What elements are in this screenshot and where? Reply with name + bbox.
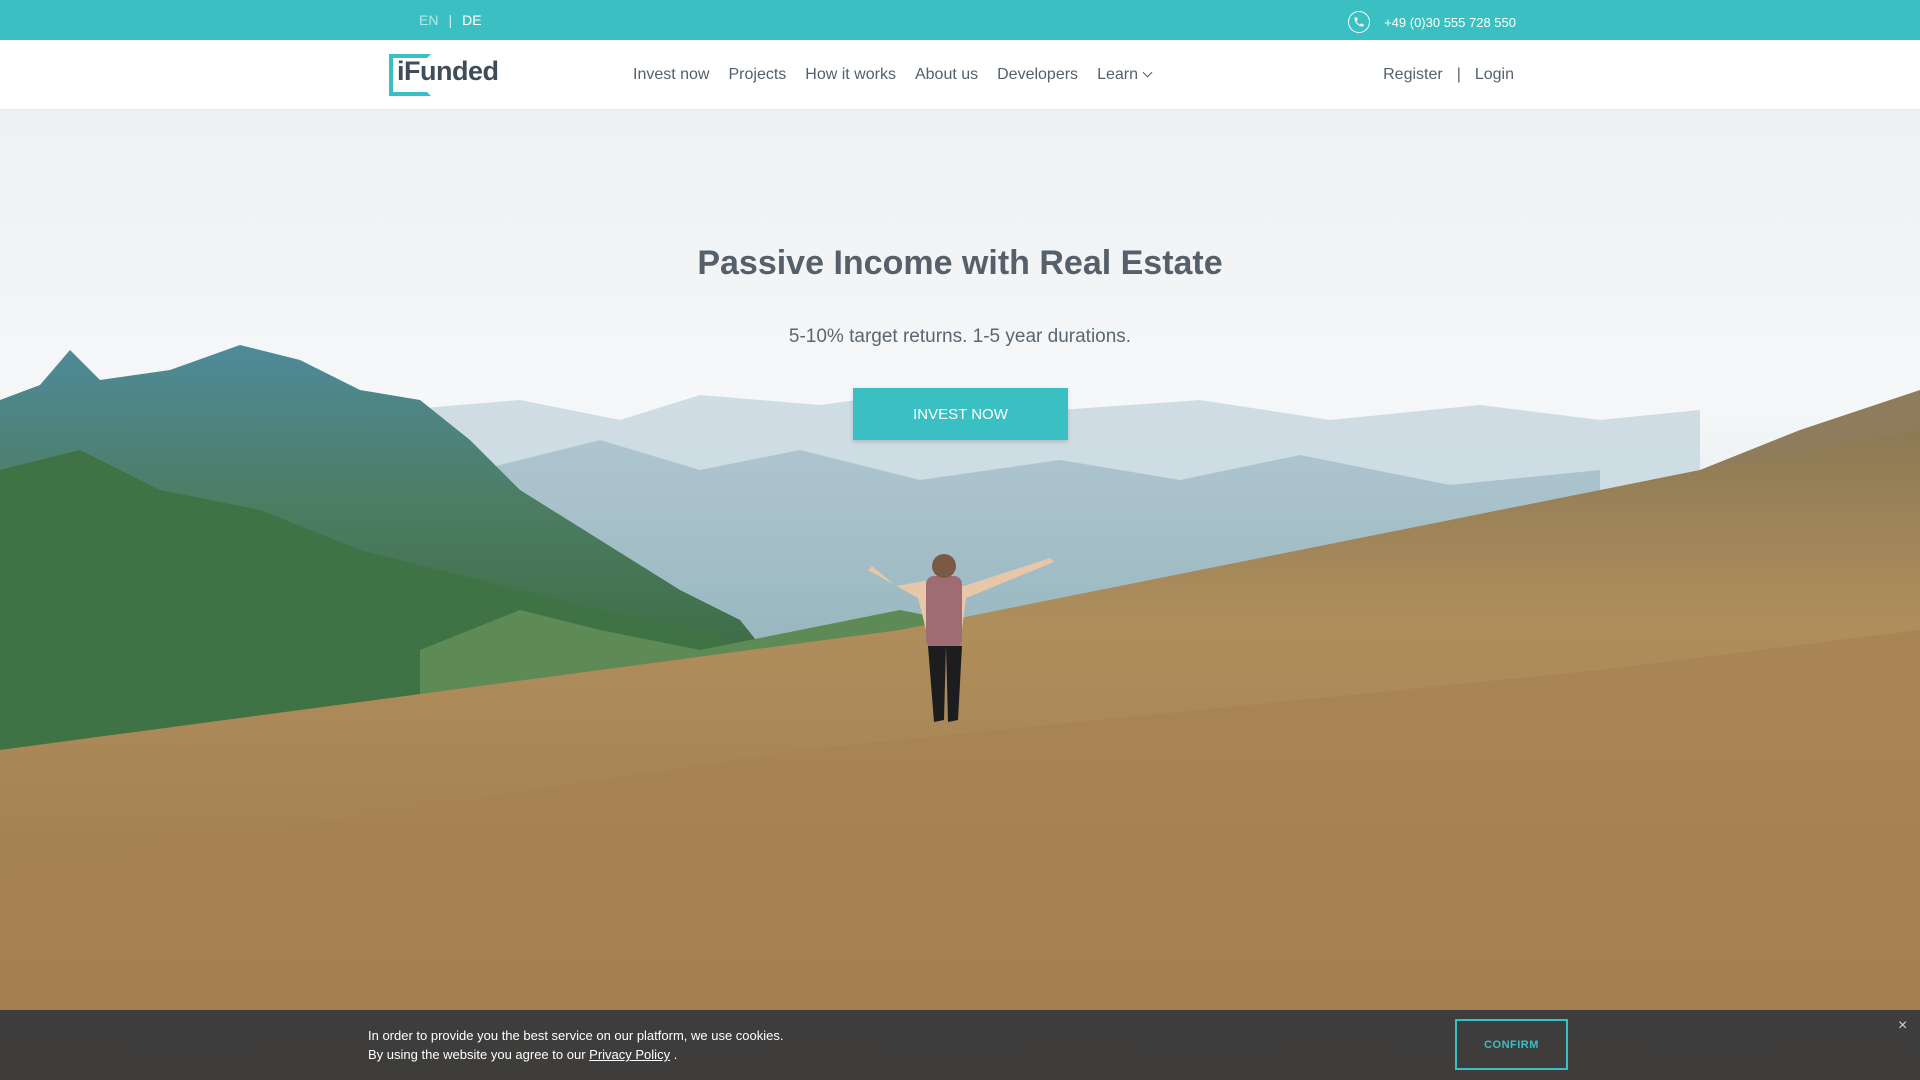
hero-title: Passive Income with Real Estate bbox=[697, 244, 1223, 282]
cookie-line-1: In order to provide you the best service… bbox=[368, 1028, 784, 1043]
cookie-line-2: By using the website you agree to our Pr… bbox=[368, 1045, 784, 1064]
close-icon[interactable]: × bbox=[1898, 1017, 1907, 1035]
cookie-confirm-button[interactable]: CONFIRM bbox=[1455, 1019, 1568, 1070]
logo-text: iFunded bbox=[397, 56, 499, 86]
nav-invest-now[interactable]: Invest now bbox=[633, 66, 709, 84]
login-link[interactable]: Login bbox=[1475, 66, 1514, 84]
cookie-line-2-suffix: . bbox=[673, 1047, 678, 1062]
hero-section: Passive Income with Real Estate 5-10% ta… bbox=[0, 110, 1920, 1080]
register-link[interactable]: Register bbox=[1383, 66, 1443, 84]
hero-subtitle: 5-10% target returns. 1-5 year durations… bbox=[788, 326, 1132, 347]
nav-how-it-works[interactable]: How it works bbox=[805, 66, 896, 84]
privacy-policy-link[interactable]: Privacy Policy bbox=[589, 1047, 670, 1062]
lang-de-link[interactable]: DE bbox=[462, 12, 481, 28]
phone-number[interactable]: +49 (0)30 555 728 550 bbox=[1384, 15, 1516, 30]
nav-developers[interactable]: Developers bbox=[997, 66, 1078, 84]
nav-projects[interactable]: Projects bbox=[728, 66, 786, 84]
auth-separator: | bbox=[1456, 66, 1461, 83]
cookie-line-2-prefix: By using the website you agree to our bbox=[368, 1047, 586, 1062]
lang-separator: | bbox=[448, 12, 453, 28]
lang-en-link[interactable]: EN bbox=[419, 12, 438, 28]
phone-icon bbox=[1348, 11, 1371, 33]
language-switcher: EN | DE bbox=[419, 12, 482, 28]
nav-learn-label: Learn bbox=[1097, 66, 1138, 83]
invest-now-button[interactable]: INVEST NOW bbox=[853, 388, 1068, 440]
main-nav: Invest now Projects How it works About u… bbox=[633, 66, 1153, 84]
cookie-banner: In order to provide you the best service… bbox=[0, 1010, 1920, 1080]
top-bar: EN | DE +49 (0)30 555 728 550 bbox=[0, 0, 1920, 40]
nav-learn[interactable]: Learn bbox=[1097, 66, 1153, 84]
ifunded-logo[interactable]: iFunded bbox=[389, 54, 499, 96]
auth-links: Register | Login bbox=[1383, 66, 1514, 84]
cookie-message: In order to provide you the best service… bbox=[368, 1026, 784, 1064]
nav-about-us[interactable]: About us bbox=[915, 66, 978, 84]
chevron-down-icon bbox=[1142, 67, 1153, 78]
phone-contact[interactable]: +49 (0)30 555 728 550 bbox=[1348, 11, 1516, 33]
main-header: iFunded Invest now Projects How it works… bbox=[0, 40, 1920, 110]
